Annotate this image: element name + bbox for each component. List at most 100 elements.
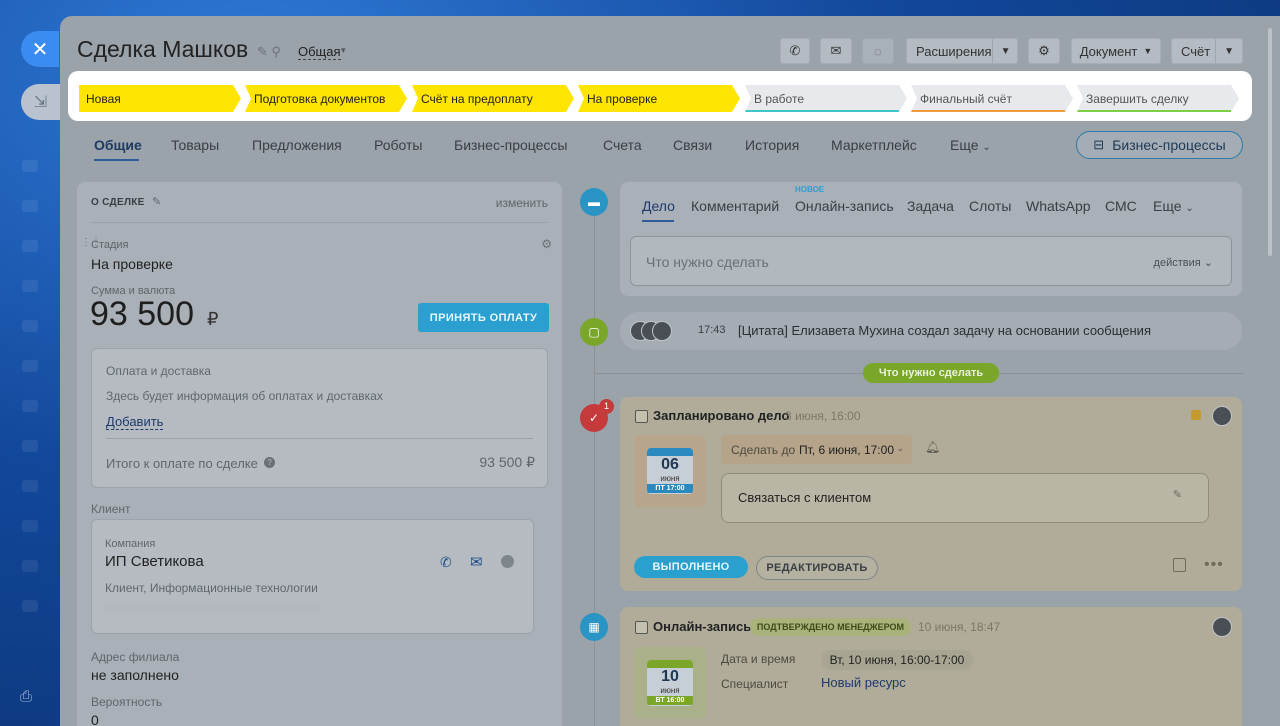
activity-tab-deal[interactable]: Дело (642, 198, 675, 214)
stage-3[interactable]: Счёт на предоплату (412, 85, 574, 112)
specialist-link[interactable]: Новый ресурс (821, 675, 906, 690)
accept-payment-button[interactable]: ПРИНЯТЬ ОПЛАТУ (418, 303, 549, 332)
stage-2[interactable]: Подготовка документов (245, 85, 407, 112)
pencil-icon[interactable]: ✎ (152, 195, 161, 208)
stage-label: Завершить сделку (1086, 91, 1189, 106)
help-icon[interactable]: ? (264, 457, 275, 468)
edit-title-icon[interactable]: ✎ ⚲ (257, 44, 281, 60)
pencil-icon[interactable]: ✎ (1173, 488, 1182, 501)
add-payment-link[interactable]: Добавить (106, 414, 164, 430)
stage-5[interactable]: В работе (745, 85, 907, 112)
stage-field-label: Стадия (91, 239, 129, 251)
phone-icon[interactable]: ✆ (440, 554, 452, 571)
deadline-selector[interactable]: Сделать до Пт, 6 июня, 17:00 ⌄ (721, 435, 912, 464)
tab-products[interactable]: Товары (171, 137, 219, 153)
extensions-button[interactable]: Расширения ▼ (906, 38, 1018, 64)
stage-label: Новая (86, 91, 121, 106)
stage-7[interactable]: Завершить сделку (1077, 85, 1239, 112)
business-processes-button[interactable]: ⊟ Бизнес-процессы (1076, 131, 1243, 159)
task-checkbox[interactable] (635, 410, 648, 423)
email-button[interactable]: ✉ (820, 38, 852, 64)
stage-field-value: На проверке (91, 256, 173, 272)
chevron-down-icon: ⌄ (896, 443, 904, 453)
payment-title: Оплата и доставка (106, 364, 211, 378)
minimize-icon: ⇲ (33, 94, 48, 111)
tab-marketplace[interactable]: Маркетплейс (831, 137, 917, 153)
tab-more[interactable]: Еще ⌄ (950, 137, 991, 153)
tab-history[interactable]: История (745, 137, 799, 153)
timeline-line (594, 198, 595, 726)
client-label: Клиент (91, 502, 131, 516)
activity-editor-icon: ▬ (580, 188, 608, 216)
done-button[interactable]: ВЫПОЛНЕНО (634, 556, 748, 578)
flag-icon[interactable] (1191, 410, 1201, 420)
rail-menu-icon (22, 440, 38, 452)
active-tab-indicator (94, 159, 139, 161)
tab-robots[interactable]: Роботы (374, 137, 422, 153)
call-button[interactable]: ✆ (780, 38, 810, 64)
comment-text[interactable]: [Цитата] Елизавета Мухина создал задачу … (738, 323, 1151, 338)
new-badge: НОВОЕ (795, 185, 825, 194)
rail-menu-icon (22, 600, 38, 612)
specialist-label: Специалист (721, 677, 789, 691)
actions-menu[interactable]: действия ⌄ (1154, 256, 1213, 269)
calendar-icon: 10 июня ВТ 16:00 (634, 647, 706, 719)
activity-tab-sms[interactable]: СМС (1105, 198, 1137, 214)
chat-button[interactable]: ◌ (862, 38, 894, 64)
rail-menu-icon (22, 360, 38, 372)
close-slider-button[interactable]: ✕ (21, 31, 59, 67)
stage-label: В работе (754, 91, 805, 106)
printer-icon[interactable]: ⎙ (20, 688, 40, 706)
note-icon[interactable] (1173, 558, 1186, 572)
active-tab-indicator (642, 220, 674, 222)
tab-business-processes[interactable]: Бизнес-процессы (454, 137, 567, 153)
tab-general[interactable]: Общие (94, 137, 142, 153)
stage-6[interactable]: Финальный счёт (911, 85, 1073, 112)
gear-icon[interactable]: ⚙ (541, 237, 552, 251)
edit-task-button[interactable]: РЕДАКТИРОВАТЬ (756, 556, 878, 580)
comment-item: 17:43 [Цитата] Елизавета Мухина создал з… (620, 312, 1242, 350)
tab-links[interactable]: Связи (673, 137, 712, 153)
activity-editor: НОВОЕ Дело Комментарий Онлайн-запись Зад… (620, 182, 1242, 296)
gear-icon: ⚙ (1038, 43, 1050, 58)
business-processes-label: Бизнес-процессы (1112, 137, 1226, 153)
counter-badge: 1 (599, 399, 614, 414)
settings-button[interactable]: ⚙ (1028, 38, 1060, 64)
tab-invoices[interactable]: Счета (603, 137, 642, 153)
chat-icon[interactable] (501, 555, 514, 568)
rail-menu-icon (22, 160, 38, 172)
stage-4[interactable]: На проверке (578, 85, 740, 112)
edit-section-link[interactable]: изменить (496, 196, 548, 210)
activity-tab-booking[interactable]: Онлайн-запись (795, 198, 894, 214)
amount-value: 93 500 (90, 295, 194, 333)
task-description[interactable]: Связаться с клиентом ✎ (721, 473, 1209, 523)
activity-tab-comment[interactable]: Комментарий (691, 198, 779, 214)
mail-icon: ✉ (830, 43, 842, 58)
stage-color-bar (745, 110, 899, 112)
activity-tab-task[interactable]: Задача (907, 198, 954, 214)
minimize-tab-button[interactable]: ⇲ (21, 84, 60, 120)
rail-menu-icon (22, 560, 38, 572)
more-icon[interactable]: ••• (1204, 556, 1224, 574)
scrollbar[interactable] (1268, 28, 1272, 256)
category-selector[interactable]: Общая (298, 44, 341, 60)
tab-offers[interactable]: Предложения (252, 137, 342, 153)
invoice-button[interactable]: Счёт ▼ (1171, 38, 1243, 64)
activity-tab-whatsapp[interactable]: WhatsApp (1026, 198, 1091, 214)
activity-input[interactable]: Что нужно сделать действия ⌄ (630, 236, 1232, 286)
document-button[interactable]: Документ ▼ (1071, 38, 1161, 64)
activity-tab-more[interactable]: Еще ⌄ (1153, 198, 1194, 214)
calendar-icon: 06 июня ПТ 17:00 (634, 435, 706, 507)
page-title: Сделка Машков (77, 36, 249, 62)
scheduled-task-card: Запланировано дело 3 июня, 16:00 06 июня… (620, 397, 1242, 591)
mail-icon[interactable]: ✉ (470, 553, 483, 571)
rail-menu-icon (22, 520, 38, 532)
currency-symbol: ₽ (207, 309, 219, 329)
company-name: ИП Светикова (105, 553, 204, 570)
booking-checkbox[interactable] (635, 621, 648, 634)
bell-icon[interactable]: 🔔︎ (925, 440, 940, 454)
avatar (652, 321, 672, 341)
stage-1[interactable]: Новая (79, 85, 241, 112)
activity-tab-slots[interactable]: Слоты (969, 198, 1011, 214)
divider (106, 438, 533, 439)
